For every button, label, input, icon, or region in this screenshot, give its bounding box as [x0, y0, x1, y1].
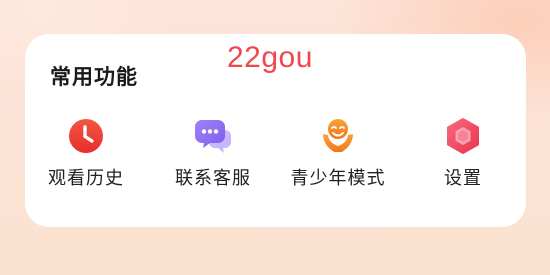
clock-icon — [66, 116, 106, 156]
section-title: 常用功能 — [50, 65, 138, 89]
hexagon-gear-icon — [443, 116, 483, 156]
feature-label: 设置 — [444, 168, 482, 189]
settings-button[interactable]: 设置 — [408, 116, 518, 198]
feature-label: 青少年模式 — [290, 168, 386, 189]
contact-support-button[interactable]: 联系客服 — [158, 116, 268, 198]
chat-bubbles-icon — [193, 116, 233, 156]
youth-guard-icon — [318, 116, 358, 156]
feature-label: 观看历史 — [48, 168, 124, 189]
youth-mode-button[interactable]: 青少年模式 — [283, 116, 393, 198]
watch-history-button[interactable]: 观看历史 — [31, 116, 141, 198]
common-functions-card: 常用功能 22gou 观看历史 联系客服 青少年模式 设置 — [25, 34, 526, 227]
watermark-text: 22gou — [227, 41, 313, 74]
feature-label: 联系客服 — [175, 168, 251, 189]
